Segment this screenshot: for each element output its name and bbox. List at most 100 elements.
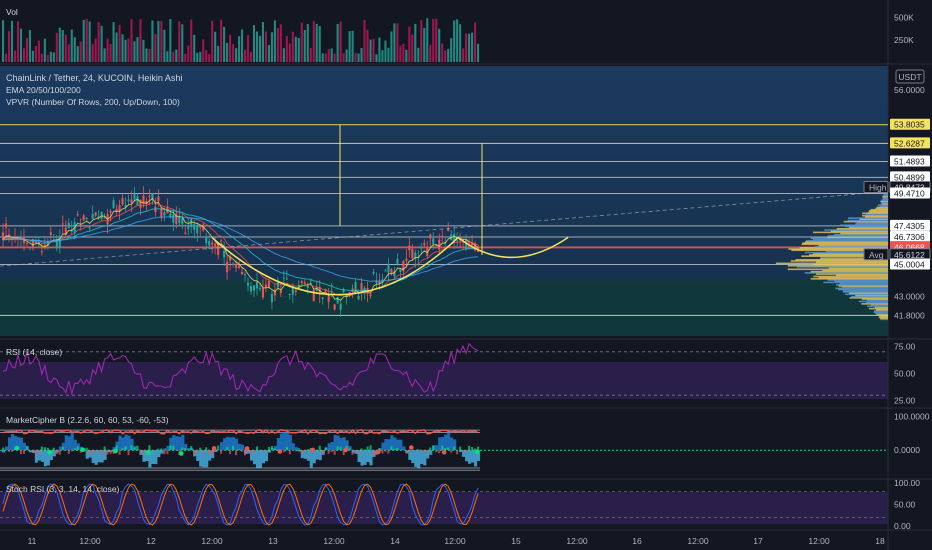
stoch-band-fill xyxy=(0,492,888,524)
time-axis-tick: 12:00 xyxy=(79,536,101,546)
mcb-moneyflow-bar xyxy=(447,447,450,451)
mcb-wave-bar xyxy=(157,450,161,458)
time-axis-tick: 12:00 xyxy=(444,536,466,546)
time-axis-tick: 17 xyxy=(753,536,763,546)
mcb-wave-bar xyxy=(52,450,56,457)
trading-chart[interactable]: 500K 250K 56.0000 43.0000 41.8000 75.00 50.00 2… xyxy=(0,0,932,550)
mcb-axis-tick: 100.0000 xyxy=(894,412,930,422)
volume-bar xyxy=(405,49,408,62)
mcb-moneyflow-bar xyxy=(393,448,396,451)
volume-bar xyxy=(468,33,471,62)
mcb-moneyflow-bar xyxy=(390,446,393,451)
mcb-wave-bar xyxy=(267,450,271,453)
mcb-moneyflow-bar xyxy=(43,447,46,451)
volume-bar xyxy=(124,39,127,62)
volume-bar xyxy=(381,50,384,62)
volume-bar xyxy=(375,54,378,62)
time-axis-tick: 14 xyxy=(390,536,400,546)
mcb-moneyflow-bar xyxy=(324,447,327,451)
mcb-moneyflow-bar xyxy=(199,447,202,451)
candle-body xyxy=(333,304,336,310)
volume-bar xyxy=(58,27,61,63)
price-label-text: 47.4305 xyxy=(894,221,925,231)
mcb-moneyflow-bar xyxy=(127,450,130,456)
price-axis-tick: 43.0000 xyxy=(894,291,925,301)
candle-body xyxy=(85,217,88,219)
mcb-wave-bar xyxy=(229,437,233,451)
stoch-rsi-title[interactable]: Stoch RSI (3, 3, 14, 14, close) xyxy=(6,484,120,494)
mcb-moneyflow-bar xyxy=(282,450,285,453)
candle-body xyxy=(372,272,375,274)
mcb-moneyflow-bar xyxy=(193,450,196,454)
mcb-moneyflow-bar xyxy=(357,450,360,455)
volume-bar xyxy=(366,29,369,63)
mcb-moneyflow-bar xyxy=(217,445,220,451)
mcb-wave-bar xyxy=(220,442,224,451)
mcb-moneyflow-bar xyxy=(471,447,474,451)
volume-bar xyxy=(390,31,393,62)
volume-bar xyxy=(417,47,420,62)
candle-body xyxy=(217,245,220,255)
rsi-title[interactable]: RSI (14, close) xyxy=(6,347,62,357)
volume-bar xyxy=(477,43,480,62)
mcb-wave-bar xyxy=(354,450,358,454)
mcb-wave-bar xyxy=(381,442,385,451)
mcb-moneyflow-bar xyxy=(139,450,142,454)
mcb-moneyflow-bar xyxy=(52,447,55,451)
volume-bar xyxy=(321,53,324,62)
time-axis-tick: 16 xyxy=(632,536,642,546)
mcb-wave-bar xyxy=(330,441,334,451)
mcb-moneyflow-bar xyxy=(249,450,253,456)
volume-bar xyxy=(130,19,133,63)
mcb-moneyflow-bar xyxy=(106,450,109,455)
volume-bar xyxy=(294,36,297,62)
candle-body xyxy=(255,281,259,289)
mcb-wave-bar xyxy=(423,450,427,466)
mcb-wave-bar xyxy=(294,447,298,451)
time-axis-tick: 12 xyxy=(146,536,156,546)
mcb-moneyflow-bar xyxy=(205,447,208,451)
time-axis-tick: 12:00 xyxy=(323,536,345,546)
mcb-moneyflow-bar xyxy=(25,446,28,451)
vpvr-indicator-label[interactable]: VPVR (Number Of Rows, 200, Up/Down, 100) xyxy=(6,97,180,107)
volume-bar xyxy=(229,34,232,62)
candle-body xyxy=(423,243,426,246)
volume-bar xyxy=(232,44,235,62)
candle-body xyxy=(172,214,175,223)
mcb-moneyflow-bar xyxy=(339,446,342,451)
volume-bar xyxy=(387,47,390,62)
candle-body xyxy=(52,236,55,238)
mcb-moneyflow-bar xyxy=(300,450,303,454)
ema-indicator-label[interactable]: EMA 20/50/100/200 xyxy=(6,85,81,95)
mcb-moneyflow-bar xyxy=(456,450,459,455)
mcb-wave-bar xyxy=(175,436,179,451)
mcb-dot xyxy=(47,449,53,455)
mcb-dot xyxy=(14,445,20,451)
mcb-moneyflow-bar xyxy=(369,445,372,451)
mcb-wave-bar xyxy=(429,450,433,455)
mcb-moneyflow-bar xyxy=(130,445,133,451)
candle-body xyxy=(432,238,435,244)
mcb-moneyflow-bar xyxy=(241,450,244,452)
volume-bar xyxy=(435,18,438,62)
mcb-moneyflow-bar xyxy=(384,450,387,452)
mcb-moneyflow-bar xyxy=(163,450,166,455)
volume-bar xyxy=(73,37,76,62)
symbol-title[interactable]: ChainLink / Tether, 24, KUCOIN, Heikin A… xyxy=(6,73,182,83)
volume-bar xyxy=(211,20,214,63)
volume-bar xyxy=(408,26,411,63)
volume-bar xyxy=(258,35,262,62)
volume-bar xyxy=(270,32,273,62)
volume-bar xyxy=(118,24,121,63)
volume-bar xyxy=(402,43,405,62)
mcb-moneyflow-bar xyxy=(118,450,121,455)
mcb-wave-bar xyxy=(420,450,424,464)
time-axis-tick: 12:00 xyxy=(201,536,223,546)
rsi-axis-tick: 50.00 xyxy=(894,369,916,379)
candle-body xyxy=(25,243,28,245)
marketcipher-title[interactable]: MarketCipher B (2.2.6, 60, 60, 53, -60, … xyxy=(6,415,169,425)
mcb-moneyflow-bar xyxy=(264,450,267,452)
volume-bar xyxy=(172,51,175,62)
candle-body xyxy=(136,196,139,206)
price-label-text: 49.4710 xyxy=(894,189,925,199)
